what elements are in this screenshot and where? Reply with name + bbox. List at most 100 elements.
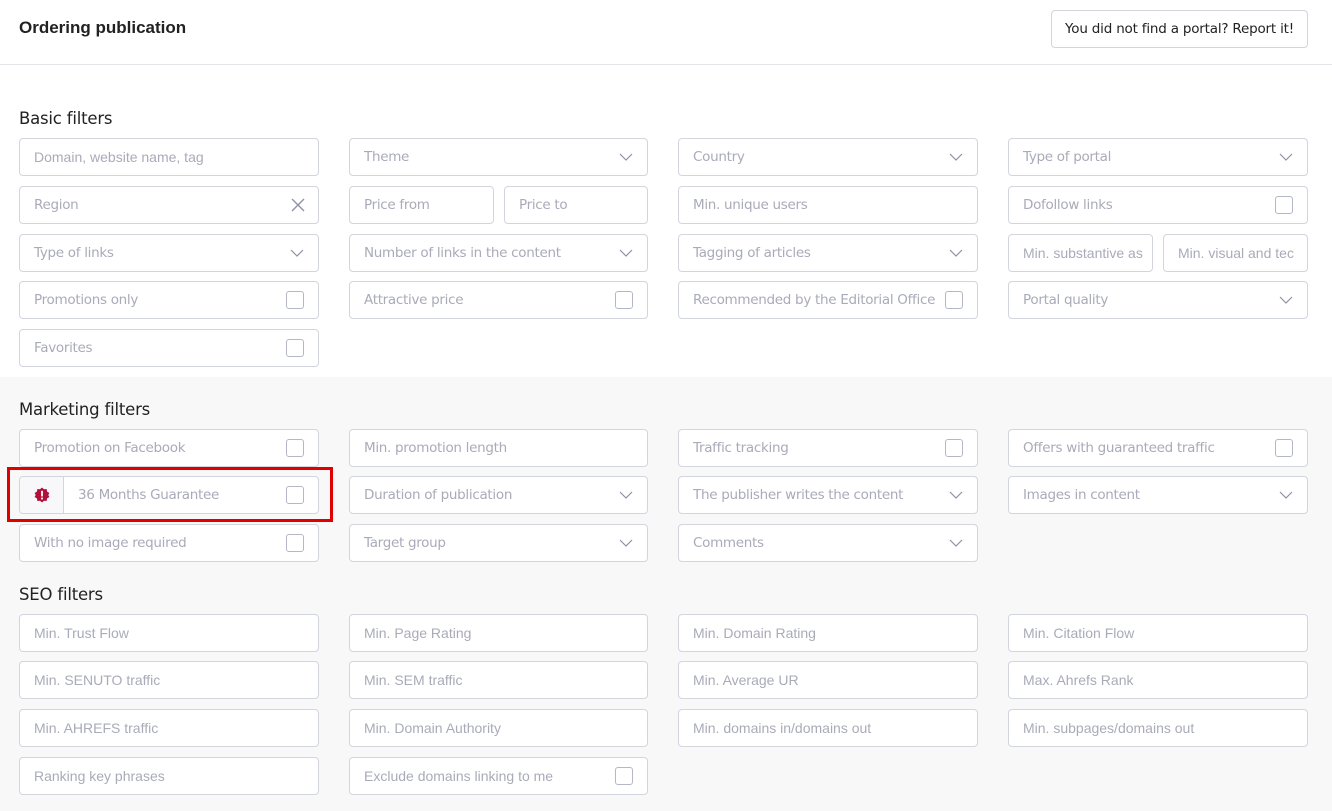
guarantee-36-checkbox-field[interactable]: 36 Months Guarantee bbox=[19, 476, 319, 514]
exclude-domains-checkbox-field[interactable]: Exclude domains linking to me bbox=[349, 757, 648, 795]
min-unique-users-input[interactable]: Min. unique users bbox=[678, 186, 978, 224]
placeholder: Duration of publication bbox=[364, 487, 513, 503]
domain-search-input[interactable]: Domain, website name, tag bbox=[19, 138, 319, 176]
label: Promotion on Facebook bbox=[34, 440, 186, 456]
no-image-required-checkbox[interactable] bbox=[286, 534, 304, 552]
placeholder: Number of links in the content bbox=[364, 245, 561, 261]
chevron-down-icon bbox=[949, 150, 963, 164]
exclude-domains-checkbox[interactable] bbox=[615, 767, 633, 785]
page-title: Ordering publication bbox=[19, 18, 187, 37]
favorites-checkbox[interactable] bbox=[286, 339, 304, 357]
placeholder: Min. Page Rating bbox=[364, 625, 472, 641]
min-trust-flow-input[interactable]: Min. Trust Flow bbox=[19, 614, 319, 652]
max-ahrefs-rank-input[interactable]: Max. Ahrefs Rank bbox=[1008, 661, 1308, 699]
placeholder: Type of links bbox=[34, 245, 114, 261]
country-select[interactable]: Country bbox=[678, 138, 978, 176]
theme-select[interactable]: Theme bbox=[349, 138, 648, 176]
chevron-down-icon bbox=[949, 246, 963, 260]
min-domain-rating-input[interactable]: Min. Domain Rating bbox=[678, 614, 978, 652]
traffic-tracking-checkbox-field[interactable]: Traffic tracking bbox=[678, 429, 978, 467]
promotions-only-checkbox[interactable] bbox=[286, 291, 304, 309]
no-image-required-checkbox-field[interactable]: With no image required bbox=[19, 524, 319, 562]
min-substantive-input[interactable]: Min. substantive as bbox=[1008, 234, 1153, 272]
chevron-down-icon bbox=[1279, 293, 1293, 307]
promotion-facebook-checkbox-field[interactable]: Promotion on Facebook bbox=[19, 429, 319, 467]
placeholder: Comments bbox=[693, 535, 764, 551]
portal-quality-select[interactable]: Portal quality bbox=[1008, 281, 1308, 319]
attractive-price-checkbox[interactable] bbox=[615, 291, 633, 309]
placeholder: Min. Trust Flow bbox=[34, 625, 129, 641]
guaranteed-traffic-checkbox-field[interactable]: Offers with guaranteed traffic bbox=[1008, 429, 1308, 467]
recommended-checkbox-field[interactable]: Recommended by the Editorial Office bbox=[678, 281, 978, 319]
guarantee-36-checkbox[interactable] bbox=[286, 486, 304, 504]
recommended-checkbox[interactable] bbox=[945, 291, 963, 309]
favorites-checkbox-field[interactable]: Favorites bbox=[19, 329, 319, 367]
type-of-portal-select[interactable]: Type of portal bbox=[1008, 138, 1308, 176]
label: Exclude domains linking to me bbox=[364, 768, 554, 784]
placeholder: Price to bbox=[519, 197, 568, 213]
number-of-links-select[interactable]: Number of links in the content bbox=[349, 234, 648, 272]
report-portal-button[interactable]: You did not find a portal? Report it! bbox=[1051, 10, 1308, 48]
attractive-price-checkbox-field[interactable]: Attractive price bbox=[349, 281, 648, 319]
label: Traffic tracking bbox=[693, 440, 789, 456]
placeholder: Target group bbox=[364, 535, 446, 551]
min-domain-authority-input[interactable]: Min. Domain Authority bbox=[349, 709, 648, 747]
placeholder: Images in content bbox=[1023, 487, 1140, 503]
comments-select[interactable]: Comments bbox=[678, 524, 978, 562]
placeholder: Min. SEM traffic bbox=[364, 672, 463, 688]
region-select[interactable]: Region bbox=[19, 186, 319, 224]
duration-of-publication-select[interactable]: Duration of publication bbox=[349, 476, 648, 514]
placeholder: Portal quality bbox=[1023, 292, 1109, 308]
placeholder: Theme bbox=[364, 149, 410, 165]
tagging-of-articles-select[interactable]: Tagging of articles bbox=[678, 234, 978, 272]
chevron-down-icon bbox=[619, 488, 633, 502]
clear-icon[interactable] bbox=[290, 197, 306, 213]
placeholder: Region bbox=[34, 197, 79, 213]
ranking-key-phrases-input[interactable]: Ranking key phrases bbox=[19, 757, 319, 795]
type-of-links-select[interactable]: Type of links bbox=[19, 234, 319, 272]
placeholder: Min. domains in/domains out bbox=[693, 720, 872, 736]
placeholder: Min. unique users bbox=[693, 197, 808, 213]
label: With no image required bbox=[34, 535, 187, 551]
price-from-input[interactable]: Price from bbox=[349, 186, 494, 224]
seo-filters-title: SEO filters bbox=[19, 585, 103, 604]
label: Favorites bbox=[34, 340, 93, 356]
min-page-rating-input[interactable]: Min. Page Rating bbox=[349, 614, 648, 652]
min-sem-traffic-input[interactable]: Min. SEM traffic bbox=[349, 661, 648, 699]
placeholder: Min. Citation Flow bbox=[1023, 625, 1135, 641]
placeholder: Min. subpages/domains out bbox=[1023, 720, 1195, 736]
chevron-down-icon bbox=[1279, 488, 1293, 502]
placeholder: Min. Domain Rating bbox=[693, 625, 816, 641]
placeholder: Min. substantive as bbox=[1023, 245, 1143, 261]
promotions-only-checkbox-field[interactable]: Promotions only bbox=[19, 281, 319, 319]
images-in-content-select[interactable]: Images in content bbox=[1008, 476, 1308, 514]
placeholder: Price from bbox=[364, 197, 430, 213]
chevron-down-icon bbox=[619, 150, 633, 164]
min-visual-input[interactable]: Min. visual and tec bbox=[1163, 234, 1308, 272]
promotion-facebook-checkbox[interactable] bbox=[286, 439, 304, 457]
dofollow-links-checkbox-field[interactable]: Dofollow links bbox=[1008, 186, 1308, 224]
label: Attractive price bbox=[364, 292, 464, 308]
min-citation-flow-input[interactable]: Min. Citation Flow bbox=[1008, 614, 1308, 652]
publisher-writes-select[interactable]: The publisher writes the content bbox=[678, 476, 978, 514]
min-subpages-out-input[interactable]: Min. subpages/domains out bbox=[1008, 709, 1308, 747]
target-group-select[interactable]: Target group bbox=[349, 524, 648, 562]
traffic-tracking-checkbox[interactable] bbox=[945, 439, 963, 457]
placeholder: Min. Average UR bbox=[693, 672, 799, 688]
dofollow-links-checkbox[interactable] bbox=[1275, 196, 1293, 214]
min-ahrefs-traffic-input[interactable]: Min. AHREFS traffic bbox=[19, 709, 319, 747]
chevron-down-icon bbox=[1279, 150, 1293, 164]
chevron-down-icon bbox=[290, 246, 304, 260]
min-domains-in-out-input[interactable]: Min. domains in/domains out bbox=[678, 709, 978, 747]
label: Offers with guaranteed traffic bbox=[1023, 440, 1215, 456]
chevron-down-icon bbox=[619, 536, 633, 550]
min-promotion-length-input[interactable]: Min. promotion length bbox=[349, 429, 648, 467]
placeholder: Country bbox=[693, 149, 745, 165]
guaranteed-traffic-checkbox[interactable] bbox=[1275, 439, 1293, 457]
min-average-ur-input[interactable]: Min. Average UR bbox=[678, 661, 978, 699]
marketing-filters-title: Marketing filters bbox=[19, 400, 151, 419]
price-to-input[interactable]: Price to bbox=[504, 186, 648, 224]
placeholder: Ranking key phrases bbox=[34, 768, 165, 784]
placeholder: The publisher writes the content bbox=[693, 487, 904, 503]
min-senuto-traffic-input[interactable]: Min. SENUTO traffic bbox=[19, 661, 319, 699]
